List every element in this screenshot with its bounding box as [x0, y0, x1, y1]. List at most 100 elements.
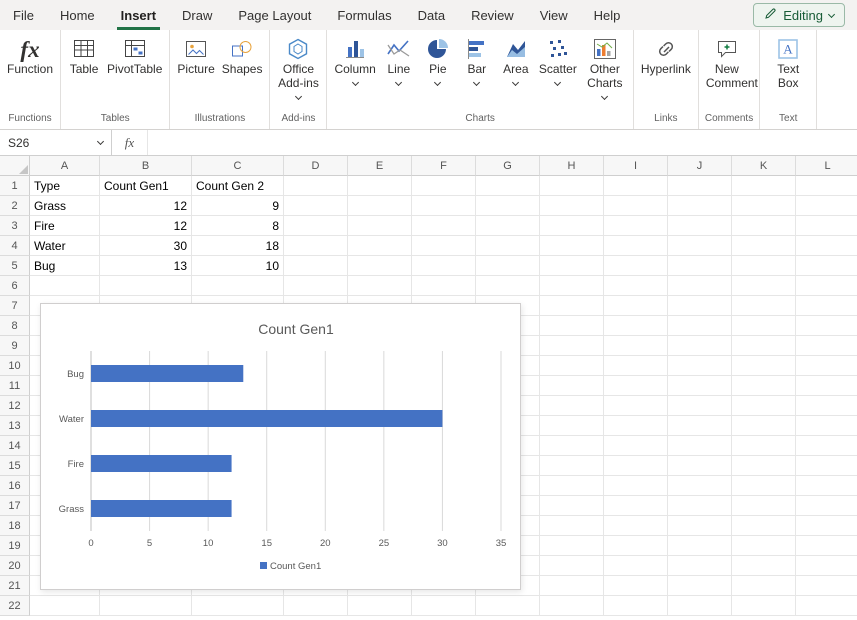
ribbon-button-bar[interactable]: Bar	[458, 33, 496, 88]
editing-button[interactable]: Editing	[753, 3, 845, 27]
cell-H18[interactable]	[540, 516, 604, 536]
cell-H17[interactable]	[540, 496, 604, 516]
menu-tab-formulas[interactable]: Formulas	[324, 0, 404, 30]
cell-L11[interactable]	[796, 376, 857, 396]
ribbon-button-office-add-ins[interactable]: Office Add-ins	[274, 33, 322, 102]
cell-B6[interactable]	[100, 276, 192, 296]
cell-L14[interactable]	[796, 436, 857, 456]
ribbon-button-new-comment[interactable]: New Comment	[703, 33, 751, 94]
cell-K17[interactable]	[732, 496, 796, 516]
cell-I3[interactable]	[604, 216, 668, 236]
cell-J17[interactable]	[668, 496, 732, 516]
cell-B22[interactable]	[100, 596, 192, 616]
cell-F3[interactable]	[412, 216, 476, 236]
cell-H7[interactable]	[540, 296, 604, 316]
cell-J3[interactable]	[668, 216, 732, 236]
column-header-I[interactable]: I	[604, 156, 668, 176]
row-header-7[interactable]: 7	[0, 296, 30, 316]
cell-L21[interactable]	[796, 576, 857, 596]
formula-input[interactable]	[148, 130, 857, 155]
cell-H1[interactable]	[540, 176, 604, 196]
cell-L12[interactable]	[796, 396, 857, 416]
cell-J19[interactable]	[668, 536, 732, 556]
cell-G22[interactable]	[476, 596, 540, 616]
cell-H9[interactable]	[540, 336, 604, 356]
cell-H19[interactable]	[540, 536, 604, 556]
cell-J18[interactable]	[668, 516, 732, 536]
cell-I11[interactable]	[604, 376, 668, 396]
menu-tab-file[interactable]: File	[0, 0, 47, 30]
cell-K22[interactable]	[732, 596, 796, 616]
cell-K18[interactable]	[732, 516, 796, 536]
cell-I22[interactable]	[604, 596, 668, 616]
ribbon-button-column[interactable]: Column	[331, 33, 378, 88]
cell-L1[interactable]	[796, 176, 857, 196]
ribbon-button-shapes[interactable]: Shapes	[219, 33, 266, 80]
cell-C2[interactable]: 9	[192, 196, 284, 216]
cell-J21[interactable]	[668, 576, 732, 596]
cell-B5[interactable]: 13	[100, 256, 192, 276]
cell-K2[interactable]	[732, 196, 796, 216]
cell-H3[interactable]	[540, 216, 604, 236]
cell-I17[interactable]	[604, 496, 668, 516]
menu-tab-draw[interactable]: Draw	[169, 0, 225, 30]
row-header-13[interactable]: 13	[0, 416, 30, 436]
cell-K6[interactable]	[732, 276, 796, 296]
cell-I9[interactable]	[604, 336, 668, 356]
cell-J7[interactable]	[668, 296, 732, 316]
row-header-16[interactable]: 16	[0, 476, 30, 496]
ribbon-button-scatter[interactable]: Scatter	[536, 33, 580, 88]
menu-tab-help[interactable]: Help	[581, 0, 634, 30]
cell-K8[interactable]	[732, 316, 796, 336]
cell-K1[interactable]	[732, 176, 796, 196]
cell-K12[interactable]	[732, 396, 796, 416]
cell-D2[interactable]	[284, 196, 348, 216]
cell-G5[interactable]	[476, 256, 540, 276]
column-header-K[interactable]: K	[732, 156, 796, 176]
cell-D22[interactable]	[284, 596, 348, 616]
cell-E22[interactable]	[348, 596, 412, 616]
cell-I2[interactable]	[604, 196, 668, 216]
cell-J10[interactable]	[668, 356, 732, 376]
cell-L20[interactable]	[796, 556, 857, 576]
menu-tab-data[interactable]: Data	[405, 0, 458, 30]
cell-B4[interactable]: 30	[100, 236, 192, 256]
column-header-L[interactable]: L	[796, 156, 857, 176]
ribbon-button-function[interactable]: fxFunction	[4, 33, 56, 80]
cell-J22[interactable]	[668, 596, 732, 616]
cell-L5[interactable]	[796, 256, 857, 276]
cell-L10[interactable]	[796, 356, 857, 376]
cell-D5[interactable]	[284, 256, 348, 276]
cell-L15[interactable]	[796, 456, 857, 476]
menu-tab-home[interactable]: Home	[47, 0, 108, 30]
cell-L17[interactable]	[796, 496, 857, 516]
cell-K4[interactable]	[732, 236, 796, 256]
column-header-H[interactable]: H	[540, 156, 604, 176]
menu-tab-review[interactable]: Review	[458, 0, 527, 30]
cell-I13[interactable]	[604, 416, 668, 436]
cell-L16[interactable]	[796, 476, 857, 496]
cell-J12[interactable]	[668, 396, 732, 416]
cell-L2[interactable]	[796, 196, 857, 216]
cell-H8[interactable]	[540, 316, 604, 336]
row-header-10[interactable]: 10	[0, 356, 30, 376]
fx-icon[interactable]: fx	[112, 130, 148, 155]
row-header-21[interactable]: 21	[0, 576, 30, 596]
cell-C1[interactable]: Count Gen 2	[192, 176, 284, 196]
cell-L18[interactable]	[796, 516, 857, 536]
cell-D4[interactable]	[284, 236, 348, 256]
cell-L3[interactable]	[796, 216, 857, 236]
cell-F5[interactable]	[412, 256, 476, 276]
cell-J20[interactable]	[668, 556, 732, 576]
cell-H21[interactable]	[540, 576, 604, 596]
cell-A3[interactable]: Fire	[30, 216, 100, 236]
cell-I4[interactable]	[604, 236, 668, 256]
cell-K9[interactable]	[732, 336, 796, 356]
cell-K16[interactable]	[732, 476, 796, 496]
column-header-A[interactable]: A	[30, 156, 100, 176]
cell-H4[interactable]	[540, 236, 604, 256]
cell-D6[interactable]	[284, 276, 348, 296]
menu-tab-view[interactable]: View	[527, 0, 581, 30]
cell-L22[interactable]	[796, 596, 857, 616]
cell-I8[interactable]	[604, 316, 668, 336]
